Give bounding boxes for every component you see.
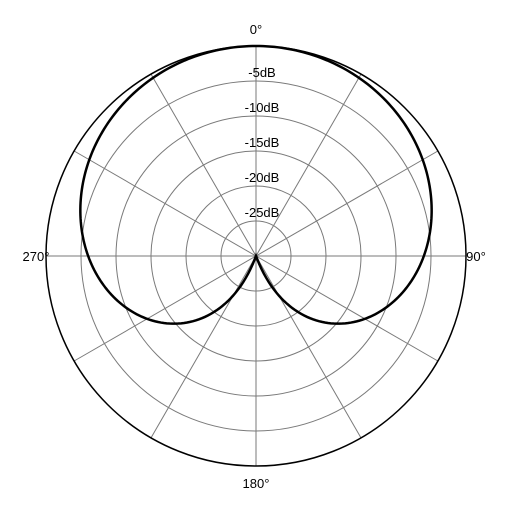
ring-label: -5dB	[248, 65, 275, 80]
ring-label: -25dB	[245, 205, 280, 220]
angle-label-270: 270°	[23, 249, 50, 264]
angle-label-90: 90°	[466, 249, 486, 264]
ring-labels: -5dB -10dB -15dB -20dB -25dB	[245, 65, 280, 220]
angle-label-180: 180°	[243, 476, 270, 491]
ring-label: -20dB	[245, 170, 280, 185]
polar-chart: -5dB -10dB -15dB -20dB -25dB 0° 90° 180° 270…	[0, 0, 512, 512]
ring-label: -15dB	[245, 135, 280, 150]
ring-label: -10dB	[245, 100, 280, 115]
angle-label-0: 0°	[250, 22, 262, 37]
